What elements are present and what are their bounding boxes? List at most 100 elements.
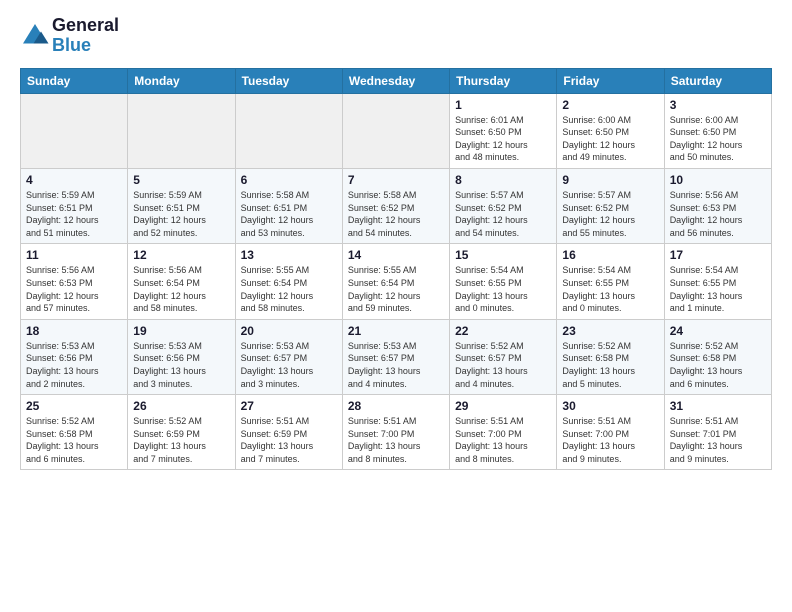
day-info: Sunrise: 5:54 AM Sunset: 6:55 PM Dayligh… [455,264,551,314]
day-info: Sunrise: 5:51 AM Sunset: 7:00 PM Dayligh… [348,415,444,465]
calendar-cell: 21Sunrise: 5:53 AM Sunset: 6:57 PM Dayli… [342,319,449,394]
calendar-cell: 5Sunrise: 5:59 AM Sunset: 6:51 PM Daylig… [128,168,235,243]
day-number: 26 [133,399,229,413]
weekday-saturday: Saturday [664,68,771,93]
day-info: Sunrise: 5:57 AM Sunset: 6:52 PM Dayligh… [455,189,551,239]
calendar: SundayMondayTuesdayWednesdayThursdayFrid… [20,68,772,471]
day-info: Sunrise: 5:52 AM Sunset: 6:58 PM Dayligh… [26,415,122,465]
day-info: Sunrise: 5:54 AM Sunset: 6:55 PM Dayligh… [562,264,658,314]
day-number: 24 [670,324,766,338]
weekday-header-row: SundayMondayTuesdayWednesdayThursdayFrid… [21,68,772,93]
day-number: 6 [241,173,337,187]
day-info: Sunrise: 5:53 AM Sunset: 6:56 PM Dayligh… [133,340,229,390]
day-number: 1 [455,98,551,112]
day-number: 21 [348,324,444,338]
logo-text: General Blue [52,16,119,56]
calendar-cell: 20 Sunrise: 5:53 AM Sunset: 6:57 PM Dayli… [235,319,342,394]
calendar-cell: 25 Sunrise: 5:52 AM Sunset: 6:58 PM Dayli… [21,395,128,470]
day-info: Sunrise: 5:51 AM Sunset: 7:00 PM Dayligh… [455,415,551,465]
day-info: Sunrise: 6:00 AM Sunset: 6:50 PM Dayligh… [562,114,658,164]
day-info: Sunrise: 5:52 AM Sunset: 6:58 PM Dayligh… [562,340,658,390]
day-number: 20 [241,324,337,338]
calendar-cell: 19 Sunrise: 5:53 AM Sunset: 6:56 PM Dayli… [128,319,235,394]
weekday-sunday: Sunday [21,68,128,93]
day-info: Sunrise: 5:52 AM Sunset: 6:59 PM Dayligh… [133,415,229,465]
day-info: Sunrise: 5:52 AM Sunset: 6:58 PM Dayligh… [670,340,766,390]
calendar-cell: 23 Sunrise: 5:52 AM Sunset: 6:58 PM Dayli… [557,319,664,394]
calendar-cell: 30 Sunrise: 5:51 AM Sunset: 7:00 PM Dayli… [557,395,664,470]
calendar-cell: 22 Sunrise: 5:52 AM Sunset: 6:57 PM Dayli… [450,319,557,394]
day-info: Sunrise: 5:51 AM Sunset: 7:01 PM Dayligh… [670,415,766,465]
calendar-cell: 3 Sunrise: 6:00 AM Sunset: 6:50 PM Daylig… [664,93,771,168]
day-number: 29 [455,399,551,413]
day-number: 18 [26,324,122,338]
day-number: 8 [455,173,551,187]
day-info: Sunrise: 6:00 AM Sunset: 6:50 PM Dayligh… [670,114,766,164]
logo: General Blue [20,16,119,56]
calendar-cell: 29 Sunrise: 5:51 AM Sunset: 7:00 PM Dayli… [450,395,557,470]
day-number: 19 [133,324,229,338]
day-number: 22 [455,324,551,338]
calendar-cell: 7Sunrise: 5:58 AM Sunset: 6:52 PM Daylig… [342,168,449,243]
calendar-cell [21,93,128,168]
weekday-tuesday: Tuesday [235,68,342,93]
day-info: Sunrise: 5:57 AM Sunset: 6:52 PM Dayligh… [562,189,658,239]
calendar-cell: 28 Sunrise: 5:51 AM Sunset: 7:00 PM Dayli… [342,395,449,470]
day-number: 31 [670,399,766,413]
day-info: Sunrise: 5:54 AM Sunset: 6:55 PM Dayligh… [670,264,766,314]
calendar-cell: 1 Sunrise: 6:01 AM Sunset: 6:50 PM Daylig… [450,93,557,168]
day-number: 12 [133,248,229,262]
calendar-cell: 2 Sunrise: 6:00 AM Sunset: 6:50 PM Daylig… [557,93,664,168]
page: General Blue SundayMondayTuesdayWednesda… [0,0,792,612]
day-info: Sunrise: 5:53 AM Sunset: 6:57 PM Dayligh… [241,340,337,390]
weekday-friday: Friday [557,68,664,93]
day-info: Sunrise: 5:51 AM Sunset: 6:59 PM Dayligh… [241,415,337,465]
calendar-cell [128,93,235,168]
day-number: 13 [241,248,337,262]
logo-icon [20,21,50,51]
calendar-cell: 6 Sunrise: 5:58 AM Sunset: 6:51 PM Daylig… [235,168,342,243]
day-info: Sunrise: 5:55 AM Sunset: 6:54 PM Dayligh… [241,264,337,314]
calendar-cell: 14 Sunrise: 5:55 AM Sunset: 6:54 PM Dayli… [342,244,449,319]
day-number: 4 [26,173,122,187]
day-info: Sunrise: 5:56 AM Sunset: 6:53 PM Dayligh… [670,189,766,239]
day-number: 25 [26,399,122,413]
day-info: Sunrise: 5:52 AM Sunset: 6:57 PM Dayligh… [455,340,551,390]
calendar-cell [342,93,449,168]
day-info: Sunrise: 5:55 AM Sunset: 6:54 PM Dayligh… [348,264,444,314]
calendar-cell: 24 Sunrise: 5:52 AM Sunset: 6:58 PM Dayli… [664,319,771,394]
calendar-cell: 17 Sunrise: 5:54 AM Sunset: 6:55 PM Dayli… [664,244,771,319]
day-number: 17 [670,248,766,262]
calendar-cell: 26 Sunrise: 5:52 AM Sunset: 6:59 PM Dayli… [128,395,235,470]
day-number: 7 [348,173,444,187]
calendar-week-row: 11 Sunrise: 5:56 AM Sunset: 6:53 PM Dayli… [21,244,772,319]
day-info: Sunrise: 5:56 AM Sunset: 6:53 PM Dayligh… [26,264,122,314]
calendar-week-row: 4 Sunrise: 5:59 AM Sunset: 6:51 PM Daylig… [21,168,772,243]
calendar-cell: 8 Sunrise: 5:57 AM Sunset: 6:52 PM Daylig… [450,168,557,243]
day-number: 3 [670,98,766,112]
day-info: Sunrise: 5:59 AM Sunset: 6:51 PM Dayligh… [26,189,122,239]
day-number: 10 [670,173,766,187]
calendar-week-row: 25 Sunrise: 5:52 AM Sunset: 6:58 PM Dayli… [21,395,772,470]
day-number: 28 [348,399,444,413]
calendar-cell: 18Sunrise: 5:53 AM Sunset: 6:56 PM Dayli… [21,319,128,394]
day-info: Sunrise: 5:51 AM Sunset: 7:00 PM Dayligh… [562,415,658,465]
day-number: 23 [562,324,658,338]
day-number: 5 [133,173,229,187]
day-info: Sunrise: 5:58 AM Sunset: 6:51 PM Dayligh… [241,189,337,239]
day-number: 14 [348,248,444,262]
calendar-week-row: 18 Sunrise: 5:53 AM Sunset: 6:56 PM Dayli… [21,319,772,394]
calendar-cell: 4 Sunrise: 5:59 AM Sunset: 6:51 PM Daylig… [21,168,128,243]
day-number: 2 [562,98,658,112]
calendar-cell [235,93,342,168]
calendar-cell: 16 Sunrise: 5:54 AM Sunset: 6:55 PM Dayli… [557,244,664,319]
day-number: 30 [562,399,658,413]
day-number: 11 [26,248,122,262]
calendar-cell: 27Sunrise: 5:51 AM Sunset: 6:59 PM Dayli… [235,395,342,470]
day-info: Sunrise: 6:01 AM Sunset: 6:50 PM Dayligh… [455,114,551,164]
day-number: 15 [455,248,551,262]
weekday-thursday: Thursday [450,68,557,93]
day-number: 16 [562,248,658,262]
weekday-wednesday: Wednesday [342,68,449,93]
calendar-cell: 10 Sunrise: 5:56 AM Sunset: 6:53 PM Dayli… [664,168,771,243]
